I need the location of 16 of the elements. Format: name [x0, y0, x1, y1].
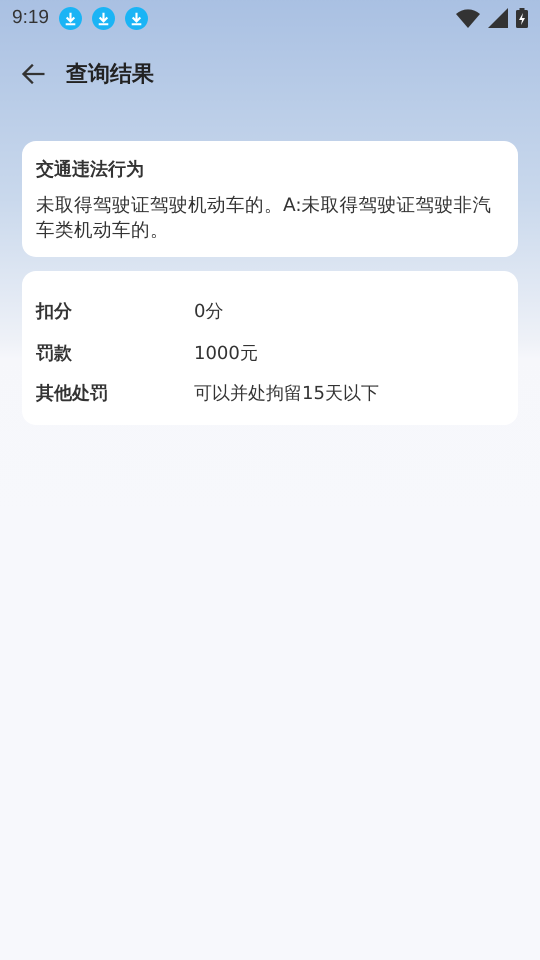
detail-label: 扣分	[36, 300, 73, 323]
download-icon	[92, 6, 115, 30]
battery-icon	[516, 8, 528, 28]
violation-text: 未取得驾驶证驾驶机动车的。A:未取得驾驶证驾驶非汽车类机动车的。	[36, 194, 493, 243]
detail-label: 罚款	[36, 342, 73, 365]
detail-value: 可以并处拘留15天以下	[194, 382, 379, 405]
download-icon	[124, 6, 148, 30]
detail-label: 其他处罚	[36, 382, 109, 405]
detail-value: 1000元	[194, 342, 258, 365]
status-time: 9:19	[12, 7, 49, 29]
download-icon	[58, 6, 82, 30]
signal-icon	[488, 8, 508, 28]
page-title: 查询结果	[66, 61, 154, 89]
violation-heading: 交通违法行为	[36, 158, 145, 181]
detail-value: 0分	[194, 300, 224, 323]
wifi-icon	[456, 8, 480, 28]
